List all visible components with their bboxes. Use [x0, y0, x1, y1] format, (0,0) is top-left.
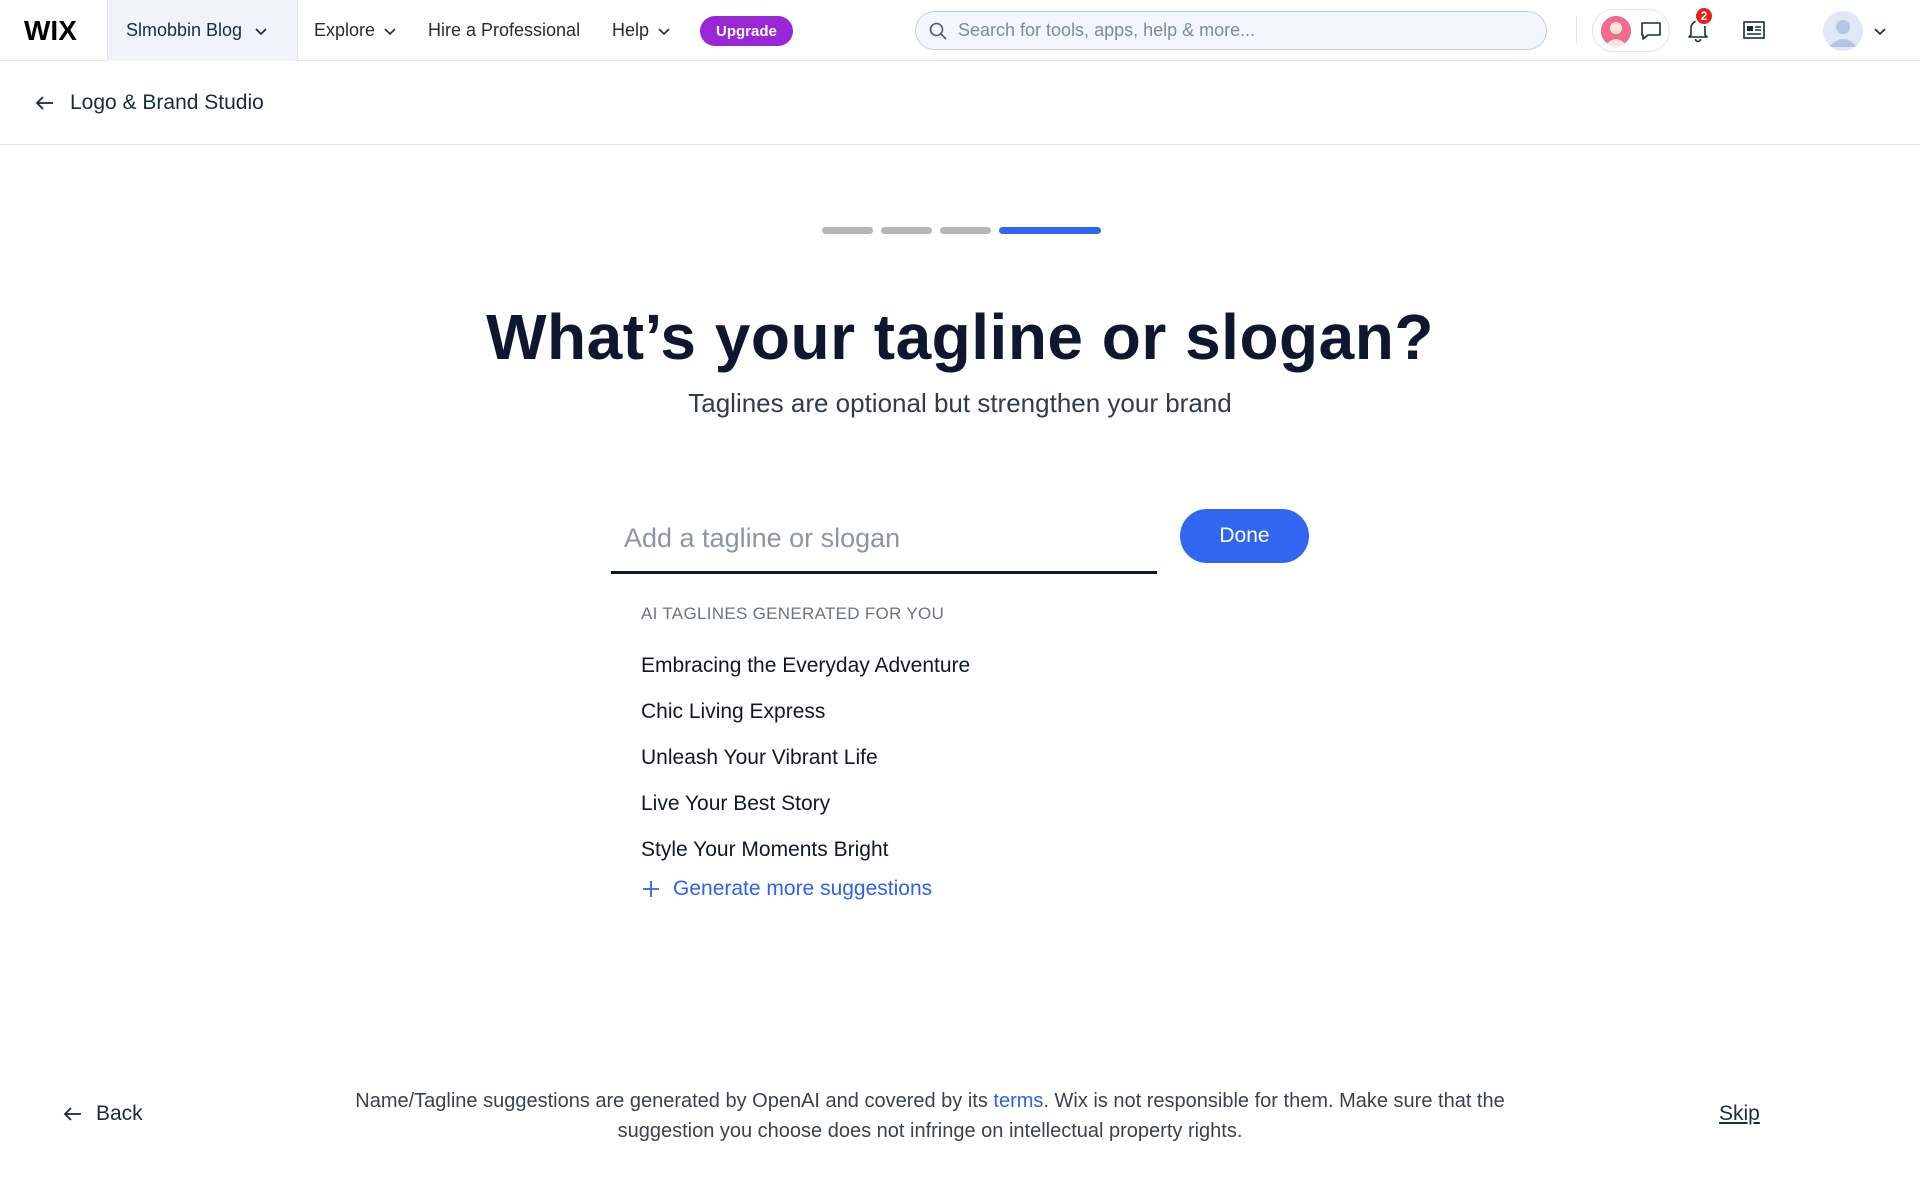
news-icon[interactable]: [1741, 17, 1767, 43]
search-icon: [929, 22, 947, 40]
step-progress: [822, 227, 1101, 234]
nav-explore-label: Explore: [314, 20, 376, 40]
search-input[interactable]: [958, 20, 1518, 41]
top-bar: WIX Slmobbin Blog Explore Hire a Profess…: [0, 0, 1920, 61]
done-button[interactable]: Done: [1180, 509, 1309, 563]
nav-hire-professional[interactable]: Hire a Professional: [428, 0, 580, 61]
agent-avatar: [1601, 15, 1631, 46]
search-bar[interactable]: [915, 11, 1547, 50]
plus-icon: [643, 881, 659, 897]
notification-badge: 2: [1694, 6, 1714, 26]
divider: [1576, 16, 1577, 44]
page-subtitle: Taglines are optional but strengthen you…: [688, 388, 1232, 418]
nav-help[interactable]: Help: [612, 0, 673, 61]
nav-help-label: Help: [612, 20, 650, 40]
generate-more-label: Generate more suggestions: [673, 877, 933, 900]
arrow-left-icon: [63, 1107, 81, 1121]
nav-hire-label: Hire a Professional: [428, 20, 581, 40]
site-name: Slmobbin Blog: [126, 20, 243, 40]
chevron-down-icon: [658, 27, 670, 35]
sub-header: Logo & Brand Studio: [0, 62, 1920, 145]
suggestion-item[interactable]: Unleash Your Vibrant Life: [641, 740, 970, 786]
progress-step-3: [940, 227, 991, 234]
nav-explore[interactable]: Explore: [314, 0, 399, 61]
ai-suggestions-heading: AI TAGLINES GENERATED FOR YOU: [641, 604, 945, 623]
suggestion-item[interactable]: Style Your Moments Bright: [641, 832, 970, 878]
progress-step-2: [881, 227, 932, 234]
suggestion-item[interactable]: Embracing the Everyday Adventure: [641, 648, 970, 694]
wix-logo[interactable]: WIX: [24, 15, 84, 45]
upgrade-button[interactable]: Upgrade: [700, 16, 793, 46]
chat-button[interactable]: [1592, 9, 1670, 52]
openai-disclaimer: Name/Tagline suggestions are generated b…: [320, 1086, 1540, 1146]
generate-more-button[interactable]: Generate more suggestions: [641, 877, 932, 901]
site-switcher[interactable]: Slmobbin Blog: [107, 0, 298, 61]
back-to-studio-label: Logo & Brand Studio: [70, 91, 264, 114]
progress-step-1: [822, 227, 873, 234]
back-button[interactable]: Back: [62, 1102, 143, 1126]
arrow-left-icon: [35, 96, 53, 110]
skip-link[interactable]: Skip: [1719, 1102, 1760, 1126]
chevron-down-icon: [384, 27, 396, 35]
user-avatar-icon: [1823, 11, 1863, 51]
back-label: Back: [96, 1102, 143, 1125]
disclaimer-text-start: Name/Tagline suggestions are generated b…: [355, 1090, 994, 1112]
profile-menu[interactable]: [1823, 11, 1889, 51]
chat-icon: [1641, 21, 1661, 40]
suggestion-item[interactable]: Live Your Best Story: [641, 786, 970, 832]
progress-step-4: [999, 227, 1101, 234]
suggestions-list: Embracing the Everyday Adventure Chic Li…: [641, 648, 970, 878]
page-title: What’s your tagline or slogan?: [486, 301, 1434, 373]
svg-text:WIX: WIX: [24, 15, 77, 45]
suggestion-item[interactable]: Chic Living Express: [641, 694, 970, 740]
chevron-down-icon: [1874, 28, 1886, 36]
terms-link[interactable]: terms: [993, 1090, 1043, 1112]
back-to-studio-link[interactable]: Logo & Brand Studio: [34, 91, 264, 115]
chevron-down-icon: [255, 27, 267, 35]
tagline-input[interactable]: [611, 506, 1157, 574]
